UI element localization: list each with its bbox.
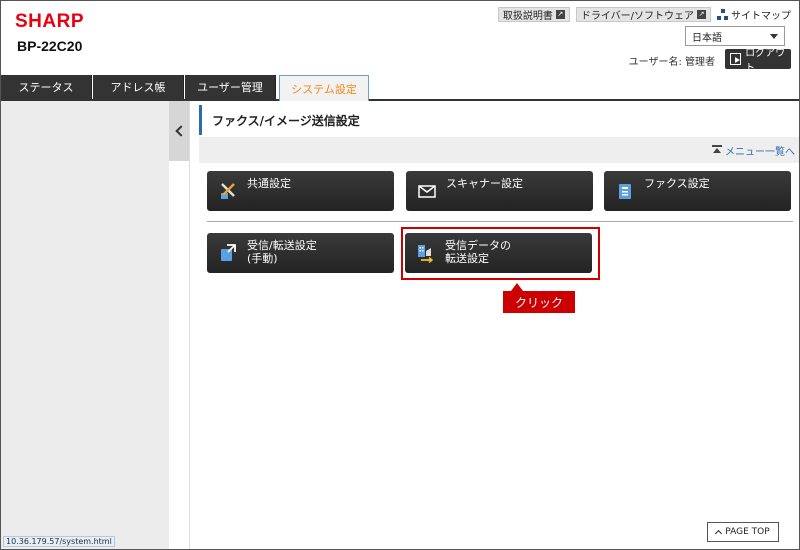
main-tabs: ステータス アドレス帳 ユーザー管理 システム設定	[1, 75, 799, 101]
status-bar-url: 10.36.179.57/system.html	[3, 536, 115, 547]
page-title: ファクス/イメージ送信設定	[199, 105, 799, 135]
sharp-logo: SHARP	[15, 11, 85, 32]
logout-button[interactable]: ログアウト	[725, 48, 791, 74]
language-select[interactable]: 日本語	[685, 26, 785, 46]
divider	[189, 101, 190, 549]
button-label: スキャナー設定	[446, 177, 523, 190]
tab-status[interactable]: ステータス	[1, 75, 92, 99]
envelope-icon	[418, 185, 436, 198]
sitemap-icon	[717, 9, 728, 20]
click-callout: クリック	[503, 283, 575, 313]
manual-link-label: 取扱説明書	[502, 11, 553, 22]
external-link-icon: ↗	[555, 10, 565, 19]
scanner-settings-button[interactable]: スキャナー設定	[406, 171, 593, 211]
logout-label: ログアウト	[745, 48, 786, 74]
external-link-icon: ↗	[697, 10, 706, 19]
fax-icon	[619, 184, 631, 199]
menu-list-link[interactable]: メニュー一覧へ	[711, 143, 795, 158]
divider	[207, 221, 793, 222]
button-label: ファクス設定	[644, 177, 710, 190]
sidebar	[1, 101, 169, 549]
tab-system-settings[interactable]: システム設定	[279, 75, 369, 101]
sitemap-link[interactable]: サイトマップ	[717, 7, 791, 22]
tab-address-book[interactable]: アドレス帳	[93, 75, 184, 99]
manual-link[interactable]: 取扱説明書 ↗	[497, 7, 570, 22]
tools-icon	[221, 183, 235, 199]
driver-link-label: ドライバー/ソフトウェア	[580, 11, 694, 22]
receive-forward-settings-button[interactable]: 受信/転送設定 (手動)	[207, 233, 394, 273]
chevron-left-icon	[174, 125, 187, 137]
menu-list-label: メニュー一覧へ	[725, 147, 795, 158]
menu-bar: メニュー一覧へ	[199, 137, 799, 163]
page-top-label: PAGE TOP	[725, 527, 770, 537]
click-highlight-box	[401, 227, 600, 280]
button-sublabel: (手動)	[247, 252, 278, 265]
chevron-down-icon	[770, 33, 778, 39]
fax-settings-button[interactable]: ファクス設定	[604, 171, 791, 211]
user-name: ユーザー名: 管理者	[628, 57, 715, 68]
driver-software-link[interactable]: ドライバー/ソフトウェア ↗	[575, 7, 711, 22]
button-label: 受信/転送設定	[247, 239, 317, 252]
language-value: 日本語	[692, 32, 722, 44]
sidebar-collapse-button[interactable]	[169, 101, 189, 161]
logout-icon	[730, 53, 742, 65]
page-top-button[interactable]: PAGE TOP	[707, 522, 779, 542]
tab-user-management[interactable]: ユーザー管理	[185, 75, 276, 99]
button-label: 共通設定	[247, 177, 291, 190]
inbox-forward-icon	[221, 244, 236, 261]
back-to-top-icon	[711, 144, 723, 157]
device-model: BP-22C20	[17, 38, 83, 54]
sitemap-label: サイトマップ	[731, 11, 791, 22]
browser-page: SHARP BP-22C20 取扱説明書 ↗ ドライバー/ソフトウェア ↗ サイ…	[0, 0, 800, 550]
top-links: 取扱説明書 ↗ ドライバー/ソフトウェア ↗ サイトマップ	[497, 7, 791, 22]
common-settings-button[interactable]: 共通設定	[207, 171, 394, 211]
chevron-up-icon	[715, 529, 723, 538]
